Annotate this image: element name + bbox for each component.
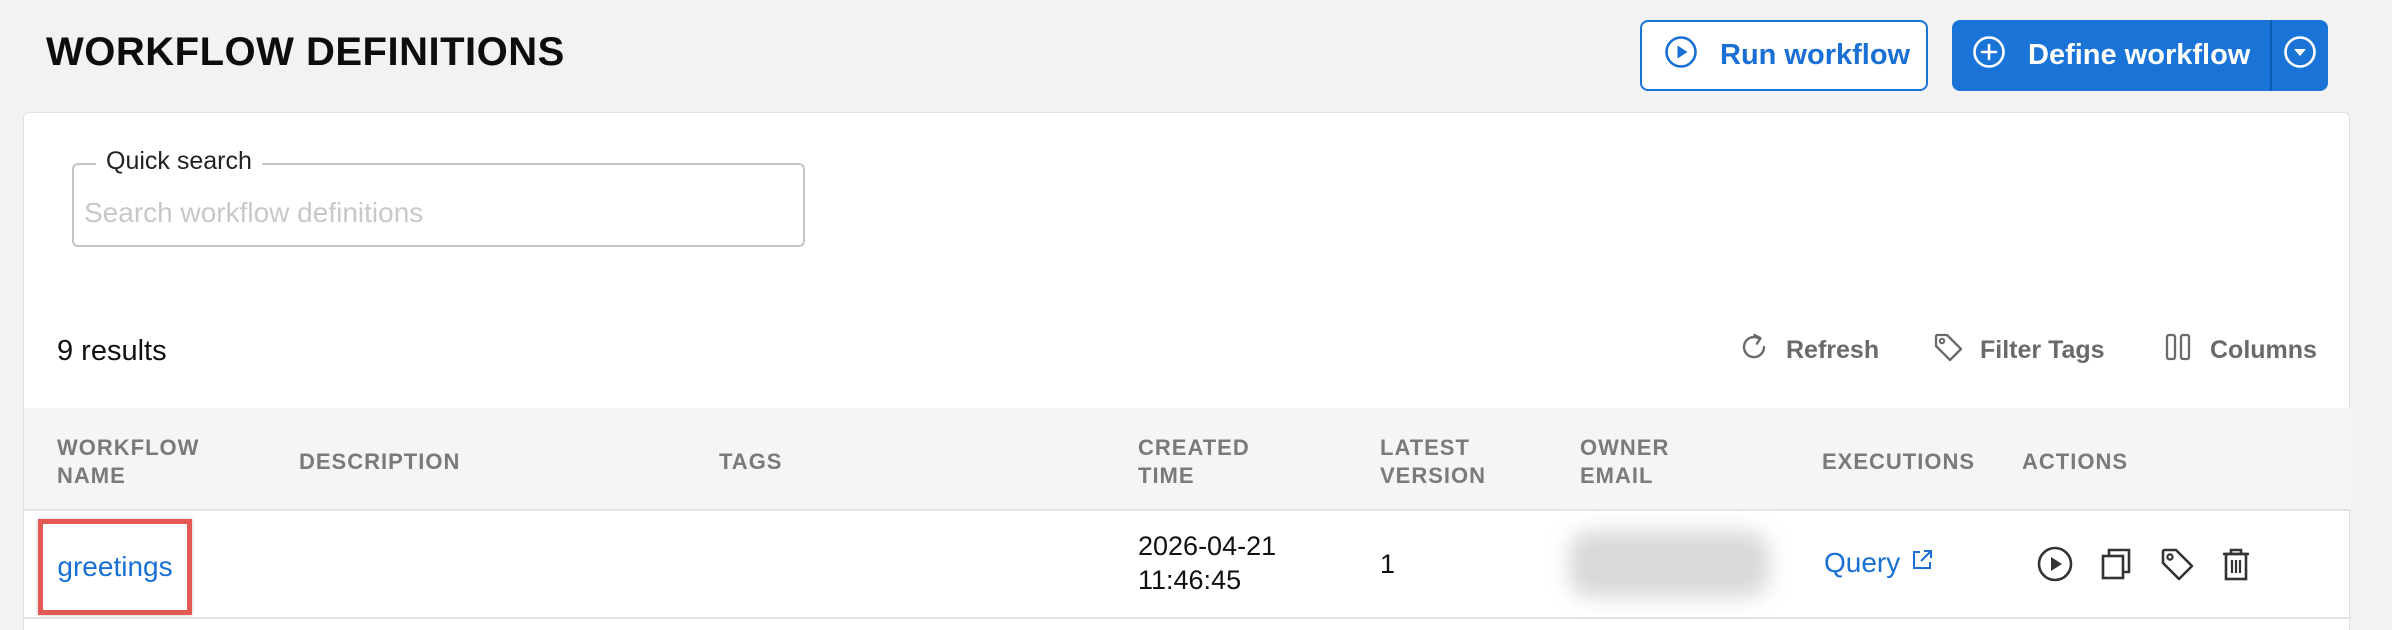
owner-email-redacted: [1569, 531, 1769, 597]
columns-icon: [2162, 331, 2210, 370]
executions-query-link[interactable]: Query: [1824, 547, 1934, 579]
filter-tags-button[interactable]: Filter Tags: [1932, 331, 2105, 370]
run-workflow-label: Run workflow: [1720, 39, 1911, 71]
filter-tags-label: Filter Tags: [1980, 336, 2105, 364]
latest-version: 1: [1380, 549, 1396, 579]
delete-action-trash-icon[interactable]: [2217, 545, 2255, 588]
chevron-down-circle-icon: [2283, 35, 2317, 77]
define-workflow-button[interactable]: Define workflow: [1952, 20, 2270, 91]
tag-icon: [1932, 331, 1980, 370]
workflow-name-text: greetings: [57, 551, 173, 582]
table-row: greetings 2026-04-21 11:46:45 1 Query: [24, 511, 2351, 619]
page-title: WORKFLOW DEFINITIONS: [46, 30, 565, 74]
created-time: 11:46:45: [1138, 565, 1242, 595]
play-circle-icon: [1664, 35, 1698, 77]
column-header-executions[interactable]: EXECUTIONS: [1822, 448, 1975, 476]
results-count: 9 results: [57, 335, 167, 367]
search-label: Quick search: [96, 147, 262, 176]
run-action-play-circle-icon[interactable]: [2036, 545, 2074, 588]
query-link-label: Query: [1824, 547, 1901, 578]
column-header-latest-version[interactable]: LATEST VERSION: [1380, 434, 1486, 490]
workflow-name-link[interactable]: greetings: [38, 519, 192, 615]
columns-label: Columns: [2210, 336, 2317, 364]
column-header-workflow-name[interactable]: WORKFLOW NAME: [57, 434, 199, 490]
plus-circle-icon: [1972, 35, 2006, 77]
define-workflow-button-group: Define workflow: [1952, 20, 2328, 91]
column-header-description[interactable]: DESCRIPTION: [299, 448, 460, 476]
run-workflow-button[interactable]: Run workflow: [1640, 20, 1928, 91]
search-input[interactable]: [84, 193, 784, 233]
clone-action-copy-icon[interactable]: [2097, 545, 2135, 588]
page: WORKFLOW DEFINITIONS Run workflow Define…: [0, 0, 2392, 630]
tags-action-tag-icon[interactable]: [2158, 545, 2196, 588]
column-header-created-time[interactable]: CREATED TIME: [1138, 434, 1250, 490]
define-workflow-label: Define workflow: [2028, 39, 2251, 71]
columns-button[interactable]: Columns: [2162, 331, 2317, 370]
table-header: WORKFLOW NAME DESCRIPTION TAGS CREATED T…: [24, 408, 2351, 511]
refresh-button[interactable]: Refresh: [1738, 331, 1879, 370]
workflow-definitions-card: Quick search 9 results Refresh Filter Ta…: [23, 112, 2351, 630]
column-header-tags[interactable]: TAGS: [719, 448, 782, 476]
external-link-icon: [1900, 547, 1934, 579]
refresh-icon: [1738, 331, 1786, 370]
created-date: 2026-04-21: [1138, 531, 1277, 561]
column-header-actions: ACTIONS: [2022, 449, 2128, 474]
refresh-label: Refresh: [1786, 336, 1880, 364]
define-workflow-dropdown-button[interactable]: [2270, 20, 2328, 91]
column-header-owner-email[interactable]: OWNER EMAIL: [1580, 434, 1669, 490]
